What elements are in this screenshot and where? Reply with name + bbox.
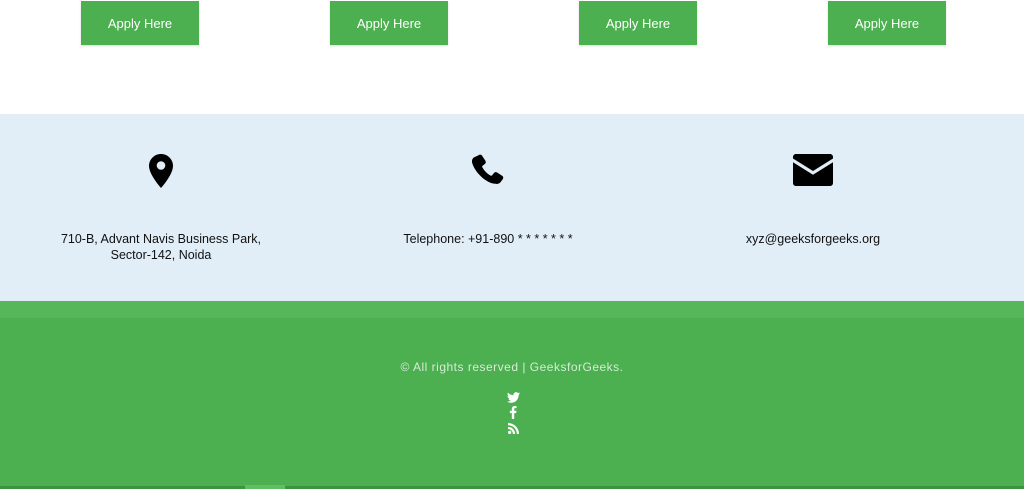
footer-top-strip — [0, 301, 1024, 318]
apply-button-1[interactable]: Apply Here — [81, 1, 199, 45]
address-text: 710-B, Advant Navis Business Park, Secto… — [21, 231, 301, 263]
rss-icon — [507, 422, 519, 434]
copyright-text: © All rights reserved | GeeksforGeeks. — [400, 360, 624, 374]
email-text[interactable]: xyz@geeksforgeeks.org — [673, 231, 953, 247]
apply-button-4[interactable]: Apply Here — [828, 1, 946, 45]
twitter-link[interactable] — [505, 390, 521, 404]
contact-section: 710-B, Advant Navis Business Park, Secto… — [0, 114, 1024, 301]
contact-phone: Telephone: +91-890 * * * * * * * — [348, 114, 628, 301]
facebook-icon — [509, 405, 517, 419]
apply-row: Apply Here Apply Here Apply Here Apply H… — [0, 0, 1024, 114]
map-marker-icon — [149, 154, 173, 188]
envelope-icon — [793, 154, 833, 186]
facebook-link[interactable] — [505, 405, 521, 419]
phone-text: Telephone: +91-890 * * * * * * * — [403, 232, 573, 246]
contact-address: 710-B, Advant Navis Business Park, Secto… — [21, 114, 301, 301]
twitter-icon — [506, 391, 520, 403]
bottom-tab-indicator — [245, 485, 285, 489]
rss-link[interactable] — [505, 421, 521, 435]
address-line-1: 710-B, Advant Navis Business Park, — [60, 232, 262, 246]
page: Apply Here Apply Here Apply Here Apply H… — [0, 0, 1024, 489]
footer: © All rights reserved | GeeksforGeeks. — [0, 318, 1024, 489]
address-line-2: Sector-142, Noida — [110, 248, 212, 262]
phone-icon — [472, 154, 504, 184]
contact-email: xyz@geeksforgeeks.org — [673, 114, 953, 301]
apply-button-2[interactable]: Apply Here — [330, 1, 448, 45]
apply-button-3[interactable]: Apply Here — [579, 1, 697, 45]
